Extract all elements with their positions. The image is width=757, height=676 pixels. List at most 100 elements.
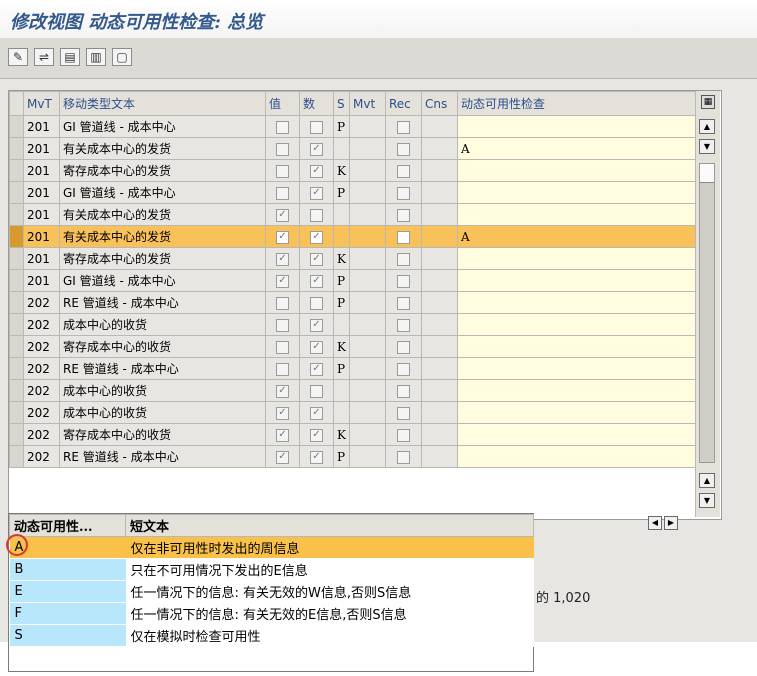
checkbox[interactable] bbox=[397, 450, 410, 464]
vertical-scrollbar[interactable]: ▦ ▲ ▼ ▲ ▼ bbox=[695, 91, 720, 517]
checkbox[interactable]: ✓ bbox=[310, 274, 323, 288]
checkbox[interactable]: ✓ bbox=[276, 450, 289, 464]
scroll-left-icon[interactable]: ◀ bbox=[648, 516, 662, 530]
scroll-page-down-icon[interactable]: ▼ bbox=[699, 139, 715, 154]
value-description[interactable]: 任一情况下的信息: 有关无效的E信息,否则S信息 bbox=[125, 602, 534, 625]
checkbox[interactable]: ✓ bbox=[276, 428, 289, 442]
row-selector[interactable] bbox=[9, 247, 24, 270]
table-row[interactable]: 202 RE 管道线 - 成本中心 P bbox=[9, 291, 696, 314]
column-config-icon[interactable]: ▦ bbox=[701, 95, 715, 109]
checkbox[interactable]: ✓ bbox=[310, 252, 323, 266]
value-code[interactable]: A bbox=[5, 534, 126, 559]
checkbox[interactable]: ✓ bbox=[310, 186, 323, 200]
table-row[interactable]: 201 GI 管道线 - 成本中心 ✓ P bbox=[9, 181, 696, 204]
checkbox[interactable]: ✓ bbox=[310, 142, 323, 156]
scroll-down-icon[interactable]: ▼ bbox=[699, 493, 715, 508]
popup-col-code[interactable]: 动态可用性... bbox=[9, 514, 126, 537]
checkbox[interactable] bbox=[276, 362, 289, 376]
checkbox[interactable] bbox=[397, 296, 410, 310]
value-code[interactable]: F bbox=[9, 602, 126, 625]
checkbox[interactable] bbox=[397, 230, 410, 244]
cell-dyn-check[interactable] bbox=[457, 291, 696, 314]
table-row[interactable]: 201 GI 管道线 - 成本中心 ✓ ✓ P bbox=[9, 269, 696, 292]
checkbox[interactable] bbox=[397, 340, 410, 354]
col-header-value[interactable]: 值 bbox=[265, 91, 300, 116]
checkbox[interactable]: ✓ bbox=[276, 252, 289, 266]
cell-dyn-check[interactable] bbox=[457, 203, 696, 226]
checkbox[interactable]: ✓ bbox=[310, 362, 323, 376]
cell-dyn-check[interactable] bbox=[457, 379, 696, 402]
display-change-icon[interactable]: ⇌ bbox=[34, 48, 54, 66]
checkbox[interactable] bbox=[397, 362, 410, 376]
scroll-track[interactable] bbox=[699, 163, 715, 463]
checkbox[interactable] bbox=[276, 318, 289, 332]
checkbox[interactable]: ✓ bbox=[276, 384, 289, 398]
value-description[interactable]: 任一情况下的信息: 有关无效的W信息,否则S信息 bbox=[125, 580, 534, 603]
checkbox[interactable]: ✓ bbox=[276, 230, 289, 244]
cell-dyn-check[interactable] bbox=[457, 247, 696, 270]
value-help-row[interactable]: F 任一情况下的信息: 有关无效的E信息,否则S信息 bbox=[9, 602, 534, 625]
checkbox[interactable]: ✓ bbox=[276, 406, 289, 420]
row-selector[interactable] bbox=[9, 203, 24, 226]
value-code[interactable]: B bbox=[9, 558, 126, 581]
value-help-row[interactable]: S 仅在模拟时检查可用性 bbox=[9, 624, 534, 647]
scroll-thumb[interactable] bbox=[700, 164, 714, 183]
value-help-row[interactable]: B 只在不可用情况下发出的E信息 bbox=[9, 558, 534, 581]
table-row[interactable]: 201 寄存成本中心的发货 ✓ K bbox=[9, 159, 696, 182]
value-help-row[interactable]: E 任一情况下的信息: 有关无效的W信息,否则S信息 bbox=[9, 580, 534, 603]
col-header-cns[interactable]: Cns bbox=[421, 91, 458, 116]
col-header-special-stock[interactable]: S bbox=[333, 91, 350, 116]
table-row[interactable]: 201 有关成本中心的发货 ✓ ✓ A bbox=[9, 225, 696, 248]
checkbox[interactable] bbox=[397, 186, 410, 200]
checkbox[interactable] bbox=[310, 120, 323, 134]
checkbox[interactable] bbox=[276, 186, 289, 200]
row-selector[interactable] bbox=[9, 313, 24, 336]
checkbox[interactable]: ✓ bbox=[310, 450, 323, 464]
checkbox[interactable]: ✓ bbox=[310, 340, 323, 354]
checkbox[interactable] bbox=[310, 296, 323, 310]
table-row[interactable]: 201 有关成本中心的发货 ✓ A bbox=[9, 137, 696, 160]
table-row[interactable]: 202 RE 管道线 - 成本中心 ✓ ✓ P bbox=[9, 445, 696, 468]
value-description[interactable]: 仅在模拟时检查可用性 bbox=[125, 624, 534, 647]
checkbox[interactable] bbox=[397, 274, 410, 288]
popup-col-text[interactable]: 短文本 bbox=[125, 514, 534, 537]
value-code[interactable]: S bbox=[9, 624, 126, 647]
table-row[interactable]: 202 寄存成本中心的收货 ✓ K bbox=[9, 335, 696, 358]
row-selector[interactable] bbox=[9, 159, 24, 182]
row-selector[interactable] bbox=[9, 291, 24, 314]
col-header-mvt-ind[interactable]: Mvt bbox=[349, 91, 386, 116]
checkbox[interactable] bbox=[276, 164, 289, 178]
checkbox[interactable] bbox=[310, 384, 323, 398]
row-selector[interactable] bbox=[9, 445, 24, 468]
checkbox[interactable] bbox=[397, 384, 410, 398]
row-selector[interactable] bbox=[9, 225, 24, 248]
row-selector[interactable] bbox=[9, 181, 24, 204]
cell-dyn-check[interactable] bbox=[457, 357, 696, 380]
row-selector[interactable] bbox=[9, 423, 24, 446]
row-selector[interactable] bbox=[9, 269, 24, 292]
value-description[interactable]: 仅在非可用性时发出的周信息 bbox=[125, 536, 534, 559]
checkbox[interactable]: ✓ bbox=[276, 208, 289, 222]
checkbox[interactable] bbox=[276, 340, 289, 354]
select-all-rows[interactable] bbox=[9, 91, 24, 116]
cell-dyn-check[interactable] bbox=[457, 313, 696, 336]
cell-dyn-check[interactable] bbox=[457, 159, 696, 182]
checkbox[interactable]: ✓ bbox=[276, 274, 289, 288]
row-selector[interactable] bbox=[9, 335, 24, 358]
checkbox[interactable]: ✓ bbox=[310, 318, 323, 332]
value-code[interactable]: E bbox=[9, 580, 126, 603]
table-row[interactable]: 201 有关成本中心的发货 ✓ bbox=[9, 203, 696, 226]
col-header-mvt[interactable]: MvT bbox=[23, 91, 60, 116]
cell-dyn-check[interactable] bbox=[457, 423, 696, 446]
table-row[interactable]: 202 成本中心的收货 ✓ bbox=[9, 313, 696, 336]
cell-dyn-check[interactable]: A bbox=[457, 137, 696, 160]
table-row[interactable]: 201 寄存成本中心的发货 ✓ ✓ K bbox=[9, 247, 696, 270]
checkbox[interactable] bbox=[397, 142, 410, 156]
checkbox[interactable] bbox=[397, 406, 410, 420]
checkbox[interactable]: ✓ bbox=[310, 230, 323, 244]
checkbox[interactable] bbox=[397, 318, 410, 332]
row-selector[interactable] bbox=[9, 357, 24, 380]
row-selector[interactable] bbox=[9, 401, 24, 424]
cell-dyn-check[interactable] bbox=[457, 335, 696, 358]
cell-dyn-check[interactable]: A bbox=[457, 225, 696, 248]
